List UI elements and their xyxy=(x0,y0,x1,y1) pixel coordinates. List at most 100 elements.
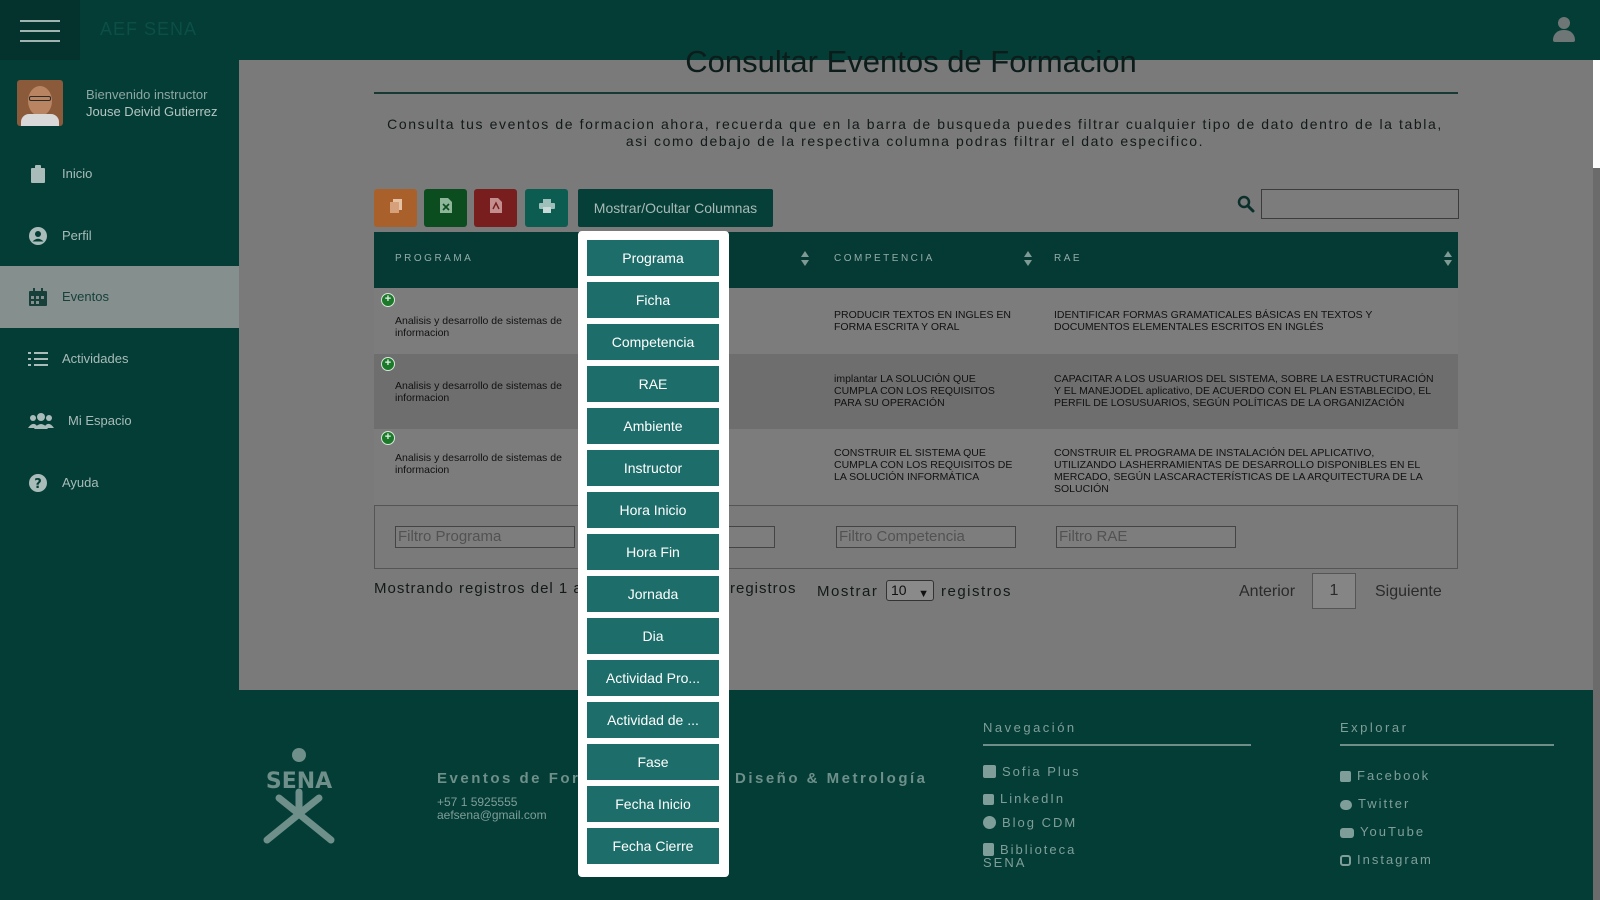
column-toggle-ficha[interactable]: Ficha xyxy=(587,282,719,318)
sidebar-item-inicio[interactable]: Inicio xyxy=(0,143,239,205)
pdf-export-button[interactable] xyxy=(474,189,517,227)
sidebar-item-ayuda[interactable]: ? Ayuda xyxy=(0,452,239,514)
avatar xyxy=(17,80,63,126)
copy-icon xyxy=(389,198,402,218)
column-toggle-programa[interactable]: Programa xyxy=(587,240,719,276)
records-info: Mostrando registros del 1 a xyxy=(374,580,583,597)
sidebar-item-eventos[interactable]: Eventos xyxy=(0,266,239,328)
welcome-greeting: Bienvenido instructor xyxy=(86,87,208,102)
column-toggle-rae[interactable]: RAE xyxy=(587,366,719,402)
footer-link-youtube[interactable]: YouTube xyxy=(1340,824,1425,839)
expand-row-icon[interactable]: + xyxy=(381,293,395,307)
footer-nav-divider xyxy=(983,744,1251,746)
filter-competencia-input[interactable]: Filtro Competencia xyxy=(836,526,1016,548)
column-toggle-fecha-cierre[interactable]: Fecha Cierre xyxy=(587,828,719,864)
copy-button[interactable] xyxy=(374,189,417,227)
scrollbar-track[interactable] xyxy=(1593,168,1600,900)
column-toggle-hora-fin[interactable]: Hora Fin xyxy=(587,534,719,570)
title-divider xyxy=(374,92,1458,94)
column-toggle-instructor[interactable]: Instructor xyxy=(587,450,719,486)
column-toggle-fecha-inicio[interactable]: Fecha Inicio xyxy=(587,786,719,822)
gear-icon xyxy=(983,816,996,829)
users-icon xyxy=(28,411,54,431)
cell-rae: CAPACITAR A LOS USUARIOS DEL SISTEMA, SO… xyxy=(1054,373,1434,409)
page-length-suffix: registros xyxy=(941,583,1013,600)
user-account-icon[interactable] xyxy=(1553,17,1575,43)
app-brand: AEF SENA xyxy=(100,19,198,39)
cell-programa: Analisis y desarrollo de sistemas de inf… xyxy=(395,380,562,404)
print-button[interactable] xyxy=(525,189,568,227)
column-toggle-fase[interactable]: Fase xyxy=(587,744,719,780)
column-toggle-competencia[interactable]: Competencia xyxy=(587,324,719,360)
chevron-down-icon: ▼ xyxy=(918,588,929,600)
page-title: Consultar Eventos de Formacion xyxy=(685,44,1137,79)
cell-rae: CONSTRUIR EL PROGRAMA DE INSTALACIÓN DEL… xyxy=(1054,447,1423,495)
welcome-text: Bienvenido instructor Jouse Deivid Gutie… xyxy=(86,86,218,120)
footer-explore-divider xyxy=(1340,744,1554,746)
sidebar-item-actividades[interactable]: Actividades xyxy=(0,328,239,390)
user-name: Jouse Deivid Gutierrez xyxy=(86,104,218,119)
footer-subtitle: Diseño & Metrología xyxy=(735,770,928,787)
sort-icon[interactable] xyxy=(1444,251,1452,267)
footer-link-blog-cdm[interactable]: Blog CDM xyxy=(983,815,1077,830)
column-toggle-dia[interactable]: Dia xyxy=(587,618,719,654)
pagination-page[interactable]: 1 xyxy=(1312,573,1356,609)
table-row[interactable]: + Analisis y desarrollo de sistemas de i… xyxy=(374,288,1458,354)
expand-row-icon[interactable]: + xyxy=(381,357,395,371)
search-input[interactable] xyxy=(1261,189,1459,219)
footer-link-instagram[interactable]: Instagram xyxy=(1340,852,1433,867)
footer-link-sofia-plus[interactable]: Sofia Plus xyxy=(983,764,1081,779)
pagination-next[interactable]: Siguiente xyxy=(1375,583,1442,601)
linkedin-icon xyxy=(983,794,994,805)
pagination-previous[interactable]: Anterior xyxy=(1239,583,1295,601)
footer-link-sena[interactable]: SENA xyxy=(983,855,1026,870)
table-header: PROGRAMA COMPETENCIA RAE xyxy=(374,232,1458,288)
sidebar-item-label: Eventos xyxy=(62,289,109,304)
column-toggle-ambiente[interactable]: Ambiente xyxy=(587,408,719,444)
cell-rae: IDENTIFICAR FORMAS GRAMATICALES BÁSICAS … xyxy=(1054,309,1373,333)
column-header-competencia[interactable]: COMPETENCIA xyxy=(834,253,935,264)
svg-text:?: ? xyxy=(34,477,42,492)
page-length-value: 10 xyxy=(891,582,907,598)
column-filters: Filtro Programa Filtro Competencia Filtr… xyxy=(374,505,1458,569)
clipboard-icon xyxy=(28,164,48,184)
excel-file-icon xyxy=(439,198,452,218)
footer-link-facebook[interactable]: Facebook xyxy=(1340,768,1430,783)
sidebar-item-label: Ayuda xyxy=(62,475,99,490)
cell-competencia: CONSTRUIR EL SISTEMA QUE CUMPLA CON LOS … xyxy=(834,447,1013,483)
table-row[interactable]: + Analisis y desarrollo de sistemas de i… xyxy=(374,354,1458,429)
sort-icon[interactable] xyxy=(1024,251,1032,267)
pdf-file-icon xyxy=(489,198,502,218)
sidebar-item-label: Perfil xyxy=(62,228,92,243)
search-icon xyxy=(1237,195,1255,213)
sena-logo: SENA xyxy=(249,748,349,848)
footer-link-linkedin[interactable]: LinkedIn xyxy=(983,791,1065,806)
column-header-programa[interactable]: PROGRAMA xyxy=(395,253,473,264)
sort-icon[interactable] xyxy=(801,251,809,267)
column-toggle-hora-inicio[interactable]: Hora Inicio xyxy=(587,492,719,528)
expand-row-icon[interactable]: + xyxy=(381,431,395,445)
twitter-icon xyxy=(1340,800,1352,810)
filter-rae-input[interactable]: Filtro RAE xyxy=(1056,526,1236,548)
scrollbar-thumb[interactable] xyxy=(1593,60,1600,168)
youtube-icon xyxy=(1340,828,1354,838)
column-toggle-actividad-aprendizaje[interactable]: Actividad de ... xyxy=(587,702,719,738)
cell-programa: Analisis y desarrollo de sistemas de inf… xyxy=(395,452,562,476)
footer-link-twitter[interactable]: Twitter xyxy=(1340,796,1410,811)
table-row[interactable]: + Analisis y desarrollo de sistemas de i… xyxy=(374,429,1458,505)
column-toggle-actividad-proyecto[interactable]: Actividad Pro... xyxy=(587,660,719,696)
records-info-suffix: registros xyxy=(730,580,797,597)
sidebar-item-label: Actividades xyxy=(62,351,129,366)
column-toggle-jornada[interactable]: Jornada xyxy=(587,576,719,612)
sidebar-item-mi-espacio[interactable]: Mi Espacio xyxy=(0,390,239,452)
menu-toggle-button[interactable] xyxy=(0,0,80,60)
page-length-select[interactable]: 10 ▼ xyxy=(886,580,934,601)
column-header-rae[interactable]: RAE xyxy=(1054,253,1082,264)
instagram-icon xyxy=(1340,855,1351,866)
excel-export-button[interactable] xyxy=(424,189,467,227)
filter-programa-input[interactable]: Filtro Programa xyxy=(395,526,575,548)
sofia-plus-icon xyxy=(983,765,996,778)
column-visibility-button[interactable]: Mostrar/Ocultar Columnas xyxy=(578,189,773,227)
column-visibility-menu: Programa Ficha Competencia RAE Ambiente … xyxy=(578,231,729,877)
sidebar-item-perfil[interactable]: Perfil xyxy=(0,205,239,267)
